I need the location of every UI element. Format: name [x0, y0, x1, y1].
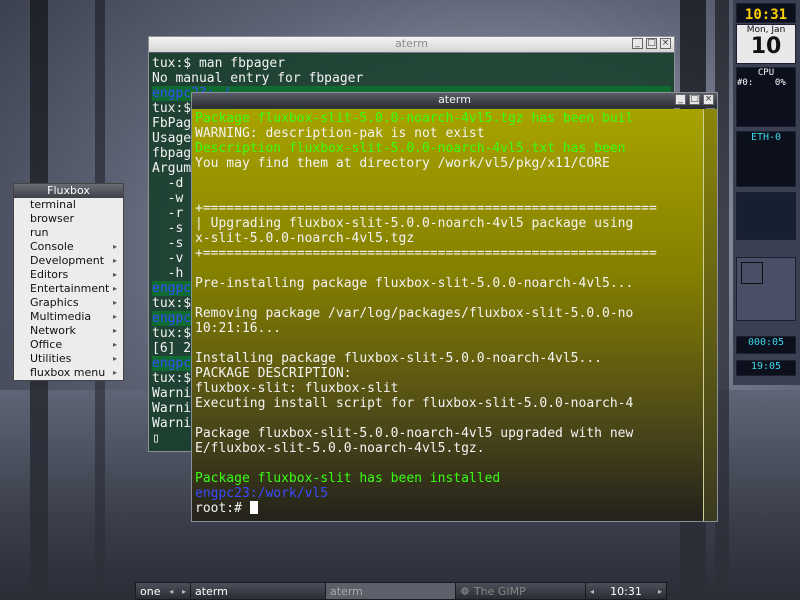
monitor-dockapp [736, 192, 796, 240]
menu-title: Fluxbox [14, 184, 123, 198]
minimize-icon[interactable]: _ [632, 38, 643, 49]
menu-item[interactable]: fluxbox menu [14, 366, 123, 380]
calendar-date: 10 [750, 34, 782, 59]
terminal-line: 10:21:16... [195, 321, 282, 336]
time-dockapp: 19:05 [736, 360, 796, 376]
terminal-line: engpc23:/work/vl5 [195, 486, 329, 501]
terminal-line: Executing install script for fluxbox-sli… [195, 396, 634, 411]
menu-item[interactable]: Multimedia [14, 310, 123, 324]
terminal-line: fluxbox-slit: fluxbox-slit [195, 381, 399, 396]
uptime-display: 000:05 [747, 337, 785, 348]
menu-item[interactable]: Console [14, 240, 123, 254]
left-arrow-icon[interactable]: ◂ [590, 587, 594, 596]
window-title: aterm [438, 93, 471, 106]
calendar-dockapp: Mon, Jan 10 [736, 24, 796, 64]
menu-item[interactable]: browser [14, 212, 123, 226]
terminal-line: Package fluxbox-slit-5.0.0-noarch-4vl5.t… [195, 111, 634, 126]
terminal-line: | Upgrading fluxbox-slit-5.0.0-noarch-4v… [195, 216, 634, 231]
cpu-dockapp: CPU #0: 0% [736, 67, 796, 127]
right-arrow-icon[interactable]: ▸ [658, 587, 662, 596]
minimize-icon[interactable]: _ [675, 94, 686, 105]
window-titlebar[interactable]: aterm _ □ × [149, 37, 674, 52]
network-dockapp: ETH-0 [736, 131, 796, 187]
workspace-switcher[interactable]: one ◂ ▸ [136, 583, 191, 599]
close-icon[interactable]: × [703, 94, 714, 105]
cpu-label: CPU [757, 68, 775, 78]
menu-item[interactable]: Network [14, 324, 123, 338]
left-arrow-icon[interactable]: ◂ [169, 587, 173, 596]
menu-item[interactable]: terminal [14, 198, 123, 212]
pager-workspace[interactable] [741, 262, 763, 284]
fluxbox-root-menu[interactable]: Fluxbox terminalbrowserrunConsoleDevelop… [13, 183, 124, 381]
task-item[interactable]: ☸ The GIMP [456, 583, 586, 599]
task-item[interactable]: aterm [326, 583, 456, 599]
terminal-line: x-slit-5.0.0-noarch-4vl5.tgz [195, 231, 415, 246]
toolbar-clock: ◂ 10:31 ▸ [586, 583, 666, 599]
clock-dockapp: 10:31 [736, 3, 796, 23]
task-label: aterm [330, 584, 363, 598]
maximize-icon[interactable]: □ [689, 94, 700, 105]
clock-label: 10:31 [610, 584, 642, 598]
maximize-icon[interactable]: □ [646, 38, 657, 49]
pager-dockapp [736, 257, 796, 321]
task-label: The GIMP [473, 584, 526, 598]
fluxbox-toolbar: one ◂ ▸ aterm aterm ☸ The GIMP ◂ 10:31 ▸ [135, 582, 667, 600]
workspace-name: one [140, 584, 161, 598]
menu-item[interactable]: Office [14, 338, 123, 352]
scrollbar[interactable] [703, 109, 717, 521]
terminal-window-front[interactable]: aterm _ □ × Package fluxbox-slit-5.0.0-n… [191, 92, 718, 522]
terminal-line: E/fluxbox-slit-5.0.0-noarch-4vl5.tgz. [195, 441, 485, 456]
terminal-line: +=======================================… [195, 201, 657, 216]
slit-dock: 10:31 Mon, Jan 10 CPU #0: 0% ETH-0 000:0… [733, 0, 800, 385]
terminal-line: Package fluxbox-slit-5.0.0-noarch-4vl5 u… [195, 426, 634, 441]
terminal-line: PACKAGE DESCRIPTION: [195, 366, 352, 381]
menu-item[interactable]: Editors [14, 268, 123, 282]
uptime-dockapp: 000:05 [736, 336, 796, 354]
text-cursor [249, 501, 258, 514]
right-arrow-icon[interactable]: ▸ [182, 587, 186, 596]
terminal-line: Description fluxbox-slit-5.0.0-noarch-4v… [195, 141, 626, 156]
menu-item[interactable]: Entertainment [14, 282, 123, 296]
menu-item[interactable]: Graphics [14, 296, 123, 310]
menu-item[interactable]: run [14, 226, 123, 240]
terminal-line: WARNING: description-pak is not exist [195, 126, 485, 141]
terminal-line: Package fluxbox-slit has been installed [195, 471, 501, 486]
terminal-line: Installing package fluxbox-slit-5.0.0-no… [195, 351, 602, 366]
window-titlebar[interactable]: aterm _ □ × [192, 93, 717, 108]
menu-item[interactable]: Development [14, 254, 123, 268]
network-label: ETH-0 [750, 132, 782, 143]
cpu-value: #0: 0% [737, 78, 786, 88]
terminal-output[interactable]: Package fluxbox-slit-5.0.0-noarch-4vl5.t… [192, 109, 703, 521]
clock-display: 10:31 [744, 7, 788, 23]
time-display: 19:05 [750, 361, 782, 372]
task-label: aterm [195, 584, 228, 598]
menu-item[interactable]: Utilities [14, 352, 123, 366]
terminal-line: Pre-installing package fluxbox-slit-5.0.… [195, 276, 634, 291]
terminal-line: You may find them at directory /work/vl5… [195, 156, 610, 171]
gimp-icon: ☸ [460, 584, 470, 598]
close-icon[interactable]: × [660, 38, 671, 49]
shell-prompt: root:# [195, 501, 242, 516]
window-title: aterm [395, 37, 428, 50]
task-item[interactable]: aterm [191, 583, 326, 599]
terminal-line: +=======================================… [195, 246, 657, 261]
terminal-line: tux:$ man fbpager [152, 56, 286, 71]
terminal-line: No manual entry for fbpager [152, 71, 364, 86]
terminal-line: Removing package /var/log/packages/fluxb… [195, 306, 634, 321]
